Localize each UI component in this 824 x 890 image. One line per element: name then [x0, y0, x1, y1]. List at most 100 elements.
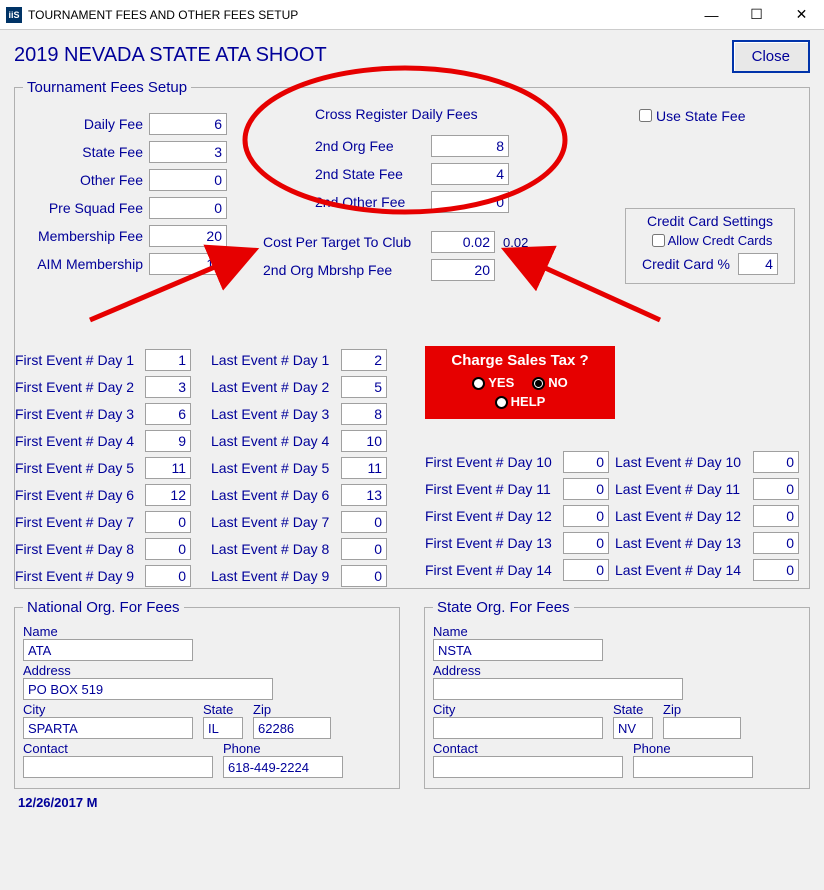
- last-event-day-13-input[interactable]: [753, 532, 799, 554]
- state-address-input[interactable]: [433, 678, 683, 700]
- window-minimize-button[interactable]: —: [689, 0, 734, 30]
- pre-squad-fee-input[interactable]: [149, 197, 227, 219]
- first-event-day-10-input[interactable]: [563, 451, 609, 473]
- last-event-day-8-input[interactable]: [341, 538, 387, 560]
- second-org-mbrshp-input[interactable]: [431, 259, 495, 281]
- state-address-label: Address: [433, 663, 801, 678]
- last-event-day-11-label: Last Event # Day 11: [615, 481, 753, 497]
- state-city-input[interactable]: [433, 717, 603, 739]
- daily-fee-input[interactable]: [149, 113, 227, 135]
- last-event-day-14-input[interactable]: [753, 559, 799, 581]
- state-fee-input[interactable]: [149, 141, 227, 163]
- cost-per-target-input[interactable]: [431, 231, 495, 253]
- close-button[interactable]: Close: [732, 40, 810, 73]
- membership-fee-label: Membership Fee: [15, 228, 149, 244]
- last-event-day-2-label: Last Event # Day 2: [211, 379, 341, 395]
- last-event-day-9-input[interactable]: [341, 565, 387, 587]
- first-event-day-12-input[interactable]: [563, 505, 609, 527]
- last-event-day-1-input[interactable]: [341, 349, 387, 371]
- last-event-day-2-input[interactable]: [341, 376, 387, 398]
- last-event-day-10-input[interactable]: [753, 451, 799, 473]
- first-event-day-7-input[interactable]: [145, 511, 191, 533]
- last-event-day-12-label: Last Event # Day 12: [615, 508, 753, 524]
- last-event-day-11-input[interactable]: [753, 478, 799, 500]
- window-title: TOURNAMENT FEES AND OTHER FEES SETUP: [28, 8, 689, 22]
- national-contact-label: Contact: [23, 741, 213, 756]
- other-fee-label: Other Fee: [45, 172, 149, 188]
- first-event-day-13-input[interactable]: [563, 532, 609, 554]
- national-zip-input[interactable]: [253, 717, 331, 739]
- national-name-label: Name: [23, 624, 391, 639]
- first-event-day-6-input[interactable]: [145, 484, 191, 506]
- first-event-day-1-input[interactable]: [145, 349, 191, 371]
- second-org-fee-label: 2nd Org Fee: [315, 138, 431, 154]
- national-org-legend: National Org. For Fees: [23, 599, 184, 616]
- state-name-input[interactable]: [433, 639, 603, 661]
- last-event-day-7-input[interactable]: [341, 511, 387, 533]
- last-event-day-3-input[interactable]: [341, 403, 387, 425]
- first-event-day-3-input[interactable]: [145, 403, 191, 425]
- tax-no-option[interactable]: NO: [532, 375, 568, 390]
- daily-fee-label: Daily Fee: [45, 116, 149, 132]
- other-fee-input[interactable]: [149, 169, 227, 191]
- window-maximize-button[interactable]: ☐: [734, 0, 779, 30]
- first-event-day-14-input[interactable]: [563, 559, 609, 581]
- window-close-button[interactable]: ✕: [779, 0, 824, 30]
- membership-fee-input[interactable]: [149, 225, 227, 247]
- use-state-fee-checkbox[interactable]: [639, 109, 652, 122]
- first-event-day-8-input[interactable]: [145, 538, 191, 560]
- allow-credit-cards-checkbox[interactable]: [652, 234, 665, 247]
- last-event-day-4-input[interactable]: [341, 430, 387, 452]
- last-event-day-7-label: Last Event # Day 7: [211, 514, 341, 530]
- state-state-label: State: [613, 702, 653, 717]
- credit-card-pct-label: Credit Card %: [642, 256, 730, 272]
- state-contact-input[interactable]: [433, 756, 623, 778]
- national-zip-label: Zip: [253, 702, 331, 717]
- last-event-day-1-label: Last Event # Day 1: [211, 352, 341, 368]
- last-event-day-12-input[interactable]: [753, 505, 799, 527]
- second-state-fee-input[interactable]: [431, 163, 509, 185]
- state-phone-input[interactable]: [633, 756, 753, 778]
- state-state-input[interactable]: [613, 717, 653, 739]
- national-address-input[interactable]: [23, 678, 273, 700]
- first-event-day-2-input[interactable]: [145, 376, 191, 398]
- aim-membership-input[interactable]: [149, 253, 227, 275]
- last-event-day-5-label: Last Event # Day 5: [211, 460, 341, 476]
- state-phone-label: Phone: [633, 741, 753, 756]
- national-state-input[interactable]: [203, 717, 243, 739]
- national-city-input[interactable]: [23, 717, 193, 739]
- last-event-day-13-label: Last Event # Day 13: [615, 535, 753, 551]
- national-org-fieldset: National Org. For Fees Name Address City…: [14, 599, 400, 789]
- last-event-day-3-label: Last Event # Day 3: [211, 406, 341, 422]
- first-event-day-5-input[interactable]: [145, 457, 191, 479]
- credit-card-title: Credit Card Settings: [634, 213, 786, 229]
- first-event-day-10-label: First Event # Day 10: [425, 454, 563, 470]
- second-org-fee-input[interactable]: [431, 135, 509, 157]
- last-event-day-6-input[interactable]: [341, 484, 387, 506]
- state-name-label: Name: [433, 624, 801, 639]
- state-zip-label: Zip: [663, 702, 741, 717]
- national-city-label: City: [23, 702, 193, 717]
- last-event-day-10-label: Last Event # Day 10: [615, 454, 753, 470]
- state-org-fieldset: State Org. For Fees Name Address City St…: [424, 599, 810, 789]
- last-event-day-5-input[interactable]: [341, 457, 387, 479]
- second-other-fee-input[interactable]: [431, 191, 509, 213]
- state-zip-input[interactable]: [663, 717, 741, 739]
- first-event-day-11-input[interactable]: [563, 478, 609, 500]
- tax-help-option[interactable]: HELP: [495, 394, 546, 409]
- credit-card-pct-input[interactable]: [738, 253, 778, 275]
- cost-per-target-display: 0.02: [503, 235, 528, 250]
- last-event-day-6-label: Last Event # Day 6: [211, 487, 341, 503]
- tax-yes-option[interactable]: YES: [472, 375, 514, 390]
- national-contact-input[interactable]: [23, 756, 213, 778]
- first-event-day-4-input[interactable]: [145, 430, 191, 452]
- national-phone-input[interactable]: [223, 756, 343, 778]
- first-event-day-14-label: First Event # Day 14: [425, 562, 563, 578]
- last-event-day-9-label: Last Event # Day 9: [211, 568, 341, 584]
- tournament-fees-legend: Tournament Fees Setup: [23, 79, 191, 96]
- national-phone-label: Phone: [223, 741, 343, 756]
- use-state-fee-label: Use State Fee: [656, 108, 746, 124]
- aim-membership-label: AIM Membership: [15, 256, 149, 272]
- first-event-day-9-input[interactable]: [145, 565, 191, 587]
- national-name-input[interactable]: [23, 639, 193, 661]
